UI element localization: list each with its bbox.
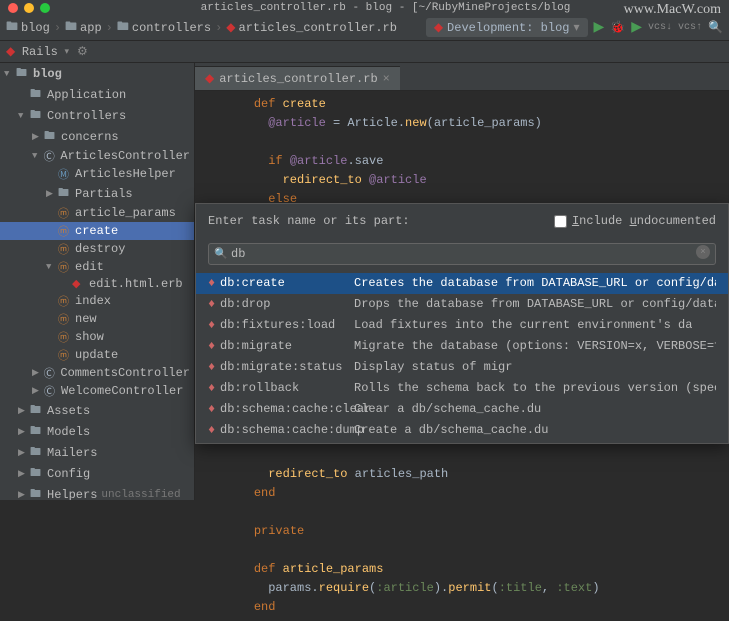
tree-node-update[interactable]: ⓜupdate: [0, 346, 194, 364]
run-button[interactable]: ▶: [594, 19, 605, 36]
tree-node-mailers[interactable]: ▶🖿Mailers: [0, 442, 194, 463]
code-line[interactable]: redirect_to articles_path: [195, 465, 729, 484]
code-line[interactable]: @article = Article.new(article_params): [195, 114, 729, 133]
tree-node-models[interactable]: ▶🖿Models: [0, 421, 194, 442]
run-configuration-selector[interactable]: ◆Development: blog ▾: [426, 18, 588, 37]
window-title: articles_controller.rb - blog - [~/RubyM…: [50, 2, 721, 14]
code-line[interactable]: if @article.save: [195, 152, 729, 171]
code-line[interactable]: [195, 541, 729, 560]
tree-node-new[interactable]: ⓜnew: [0, 310, 194, 328]
search-icon: 🔍: [214, 246, 228, 265]
tree-node-index[interactable]: ⓜindex: [0, 292, 194, 310]
editor-tabs: ◆ articles_controller.rb ×: [195, 63, 729, 91]
project-tree[interactable]: ▼🖿blog 🖿Application▼🖿Controllers▶🖿concer…: [0, 63, 195, 500]
code-line[interactable]: end: [195, 484, 729, 503]
code-line[interactable]: [195, 133, 729, 152]
debug-button[interactable]: 🐞: [610, 20, 625, 35]
breadcrumb-item[interactable]: ◆articles_controller.rb: [226, 20, 397, 35]
tree-node-partials[interactable]: ▶🖿Partials: [0, 183, 194, 204]
tree-node-helpers[interactable]: ▶🖿Helpersunclassified: [0, 484, 194, 500]
breadcrumb-bar: 🖿blog › 🖿app › 🖿controllers › ◆articles_…: [0, 15, 729, 41]
include-undocumented-checkbox[interactable]: Include undocumented: [554, 212, 716, 231]
task-search-input[interactable]: [208, 243, 716, 265]
tree-node-create[interactable]: ⓜcreate: [0, 222, 194, 240]
task-item[interactable]: ♦db:migrateMigrate the database (options…: [196, 336, 728, 357]
run-coverage-button[interactable]: ▶: [631, 19, 642, 36]
code-line[interactable]: def create: [195, 95, 729, 114]
code-line[interactable]: private: [195, 522, 729, 541]
task-item[interactable]: ♦db:migrate:statusDisplay status of migr: [196, 357, 728, 378]
code-line[interactable]: def article_params: [195, 560, 729, 579]
watermark: www.MacW.com: [624, 2, 721, 18]
clear-search-icon[interactable]: ×: [696, 245, 710, 259]
task-item[interactable]: ♦db:schema:cache:dumpCreate a db/schema_…: [196, 420, 728, 441]
task-item[interactable]: ♦db:schema:cache:clearClear a db/schema_…: [196, 399, 728, 420]
run-rake-task-popup: Enter task name or its part: Include und…: [195, 203, 729, 444]
task-item[interactable]: ♦db:createCreates the database from DATA…: [196, 273, 728, 294]
tree-node-edit[interactable]: ▼ⓜedit: [0, 258, 194, 276]
editor-area: ◆ articles_controller.rb × def create @a…: [195, 63, 729, 500]
search-everywhere-button[interactable]: 🔍: [708, 20, 723, 35]
tree-node-articleshelper[interactable]: ⓂArticlesHelper: [0, 165, 194, 183]
task-item[interactable]: ♦db:fixtures:loadLoad fixtures into the …: [196, 315, 728, 336]
tree-node-controllers[interactable]: ▼🖿Controllers: [0, 105, 194, 126]
tree-node-commentscontroller[interactable]: ▶ⒸCommentsController: [0, 364, 194, 382]
vcs-update-button[interactable]: vcs↓: [648, 22, 672, 33]
minimize-window-button[interactable]: [24, 3, 34, 13]
task-list[interactable]: ♦db:createCreates the database from DATA…: [196, 273, 728, 443]
code-editor[interactable]: def create @article = Article.new(articl…: [195, 91, 729, 621]
task-item[interactable]: ♦db:schema:dumpCreate a db/schema.rb fil…: [196, 441, 728, 443]
breadcrumb-item[interactable]: 🖿app: [65, 17, 102, 38]
titlebar: articles_controller.rb - blog - [~/RubyM…: [0, 0, 729, 15]
tree-node-assets[interactable]: ▶🖿Assets: [0, 400, 194, 421]
tree-node-show[interactable]: ⓜshow: [0, 328, 194, 346]
task-item[interactable]: ♦db:rollbackRolls the schema back to the…: [196, 378, 728, 399]
tree-node-welcomecontroller[interactable]: ▶ⒸWelcomeController: [0, 382, 194, 400]
code-line[interactable]: end: [195, 598, 729, 617]
popup-title: Enter task name or its part:: [208, 212, 410, 231]
close-window-button[interactable]: [8, 3, 18, 13]
task-item[interactable]: ♦db:dropDrops the database from DATABASE…: [196, 294, 728, 315]
tree-node-articlescontroller[interactable]: ▼ⒸArticlesController: [0, 147, 194, 165]
breadcrumb-item[interactable]: 🖿controllers: [117, 17, 211, 38]
rails-toolbar: ◆ Rails ▾ ⚙: [0, 41, 729, 63]
code-line[interactable]: [195, 503, 729, 522]
code-line[interactable]: params.require(:article).permit(:title, …: [195, 579, 729, 598]
tree-node-concerns[interactable]: ▶🖿concerns: [0, 126, 194, 147]
code-line[interactable]: [195, 446, 729, 465]
maximize-window-button[interactable]: [40, 3, 50, 13]
tree-node-config[interactable]: ▶🖿Config: [0, 463, 194, 484]
tree-node-destroy[interactable]: ⓜdestroy: [0, 240, 194, 258]
breadcrumb-item[interactable]: 🖿blog: [6, 17, 50, 38]
tree-node-application[interactable]: 🖿Application: [0, 84, 194, 105]
close-tab-icon[interactable]: ×: [383, 72, 390, 86]
tree-node-edit-html-erb[interactable]: ◆edit.html.erb: [0, 276, 194, 292]
code-line[interactable]: redirect_to @article: [195, 171, 729, 190]
settings-icon[interactable]: ⚙: [77, 44, 88, 59]
tree-root[interactable]: ▼🖿blog: [0, 63, 194, 84]
tree-node-article-params[interactable]: ⓜarticle_params: [0, 204, 194, 222]
editor-tab[interactable]: ◆ articles_controller.rb ×: [195, 66, 400, 90]
vcs-commit-button[interactable]: vcs↑: [678, 22, 702, 33]
